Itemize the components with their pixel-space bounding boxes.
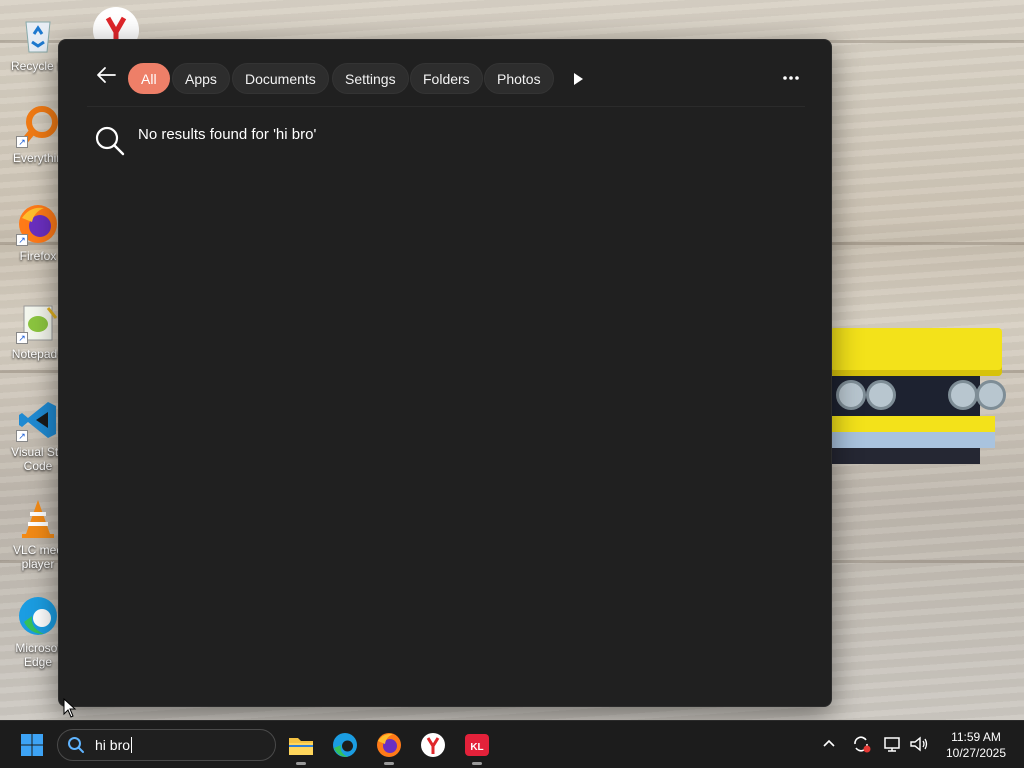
tray-sync-icon-button[interactable] xyxy=(850,733,872,755)
network-icon xyxy=(884,737,900,752)
windows-logo-icon xyxy=(21,734,43,756)
mouse-cursor-icon xyxy=(63,698,77,718)
taskbar-clock[interactable]: 11:59 AM 10/27/2025 xyxy=(940,729,1012,761)
clock-date: 10/27/2025 xyxy=(945,746,1007,760)
search-panel: All Apps Documents Settings Folders Phot… xyxy=(58,39,832,707)
ellipsis-icon xyxy=(783,76,799,80)
taskbar: hi bro KL 11:59 AM 10/27/2025 xyxy=(0,720,1024,768)
shortcut-arrow-icon: ↗ xyxy=(16,136,28,148)
no-results-text: No results found for 'hi bro' xyxy=(138,126,317,143)
show-hidden-icons-button[interactable] xyxy=(818,733,840,755)
running-indicator xyxy=(384,762,394,765)
no-results-message: No results found for 'hi bro' xyxy=(93,120,793,160)
firefox-icon xyxy=(377,733,401,757)
yandex-icon xyxy=(421,733,445,757)
taskbar-yandex[interactable] xyxy=(419,731,447,759)
running-indicator xyxy=(472,762,482,765)
notepad-plus-plus-icon: ↗ xyxy=(16,300,60,344)
more-filters-button[interactable] xyxy=(567,68,589,90)
kaspersky-icon: KL xyxy=(465,734,489,756)
chevron-up-icon xyxy=(823,739,835,747)
play-icon xyxy=(574,73,583,85)
taskbar-firefox[interactable] xyxy=(375,731,403,765)
tray-volume-button[interactable] xyxy=(908,733,930,755)
taskbar-edge[interactable] xyxy=(331,731,359,759)
firefox-icon: ↗ xyxy=(16,202,60,246)
search-input-value-wrap: hi bro xyxy=(95,737,133,753)
vlc-icon xyxy=(16,496,60,540)
yandex-icon xyxy=(93,7,139,40)
search-icon xyxy=(68,737,84,753)
folder-icon xyxy=(289,738,313,755)
filter-chip-apps[interactable]: Apps xyxy=(172,63,230,94)
arrow-left-icon xyxy=(97,67,116,83)
tray-network-button[interactable] xyxy=(882,733,904,755)
desktop-icon-yandex[interactable] xyxy=(92,6,140,40)
sync-icon xyxy=(854,736,871,753)
taskbar-search-input[interactable]: hi bro xyxy=(57,729,276,761)
back-button[interactable] xyxy=(93,64,119,90)
filter-chip-documents[interactable]: Documents xyxy=(232,63,329,94)
filter-chip-photos[interactable]: Photos xyxy=(484,63,554,94)
edge-icon xyxy=(333,733,357,757)
running-indicator xyxy=(296,762,306,765)
clock-time: 11:59 AM xyxy=(951,730,1001,744)
search-filter-bar: All Apps Documents Settings Folders Phot… xyxy=(59,40,831,106)
volume-icon xyxy=(910,736,928,752)
vscode-icon: ↗ xyxy=(16,398,60,442)
shortcut-arrow-icon: ↗ xyxy=(16,234,28,246)
magnifier-icon xyxy=(95,126,125,156)
shortcut-arrow-icon: ↗ xyxy=(16,430,28,442)
filter-chip-all[interactable]: All xyxy=(128,63,170,94)
svg-text:KL: KL xyxy=(470,742,483,753)
start-button[interactable] xyxy=(20,733,44,757)
everything-search-icon: ↗ xyxy=(16,104,60,148)
filter-chip-folders[interactable]: Folders xyxy=(410,63,483,94)
taskbar-file-explorer[interactable] xyxy=(287,731,315,765)
recycle-bin-icon xyxy=(16,12,60,56)
more-options-button[interactable] xyxy=(777,66,805,90)
divider xyxy=(87,106,805,107)
edge-icon xyxy=(16,594,60,638)
filter-chip-settings[interactable]: Settings xyxy=(332,63,409,94)
wallpaper-lego-car xyxy=(830,318,1010,468)
taskbar-kaspersky[interactable]: KL xyxy=(463,731,491,765)
text-caret xyxy=(131,737,133,753)
search-input-value: hi bro xyxy=(95,737,131,753)
shortcut-arrow-icon: ↗ xyxy=(16,332,28,344)
